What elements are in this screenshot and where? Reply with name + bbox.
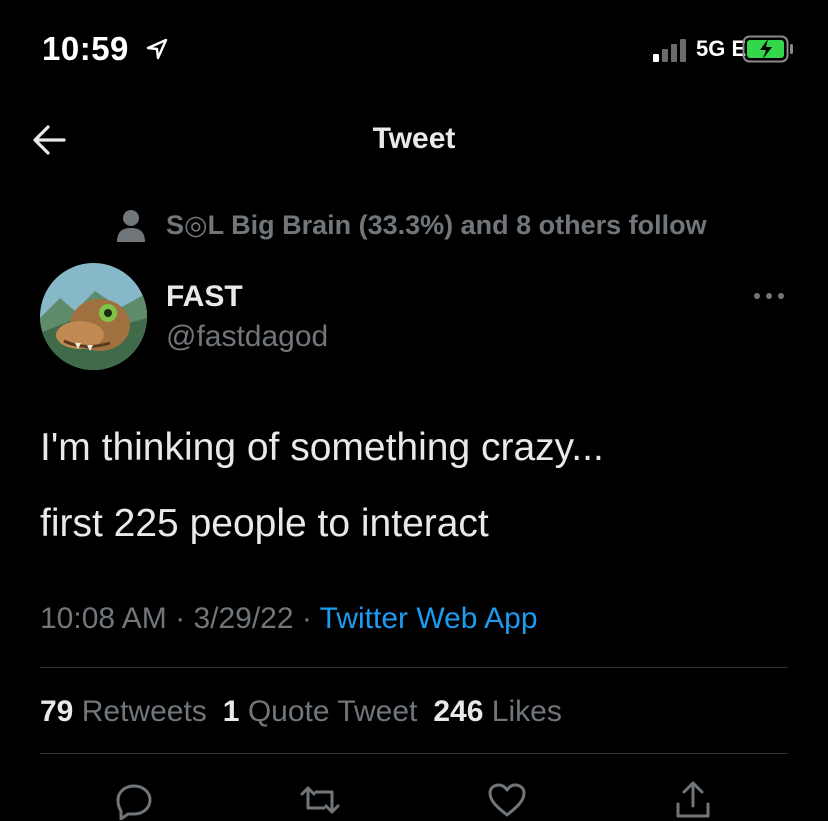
retweets-stat[interactable]: 79 Retweets xyxy=(40,695,207,728)
divider xyxy=(40,753,788,754)
likes-label: Likes xyxy=(491,695,562,728)
share-icon[interactable] xyxy=(673,780,713,820)
likes-stat[interactable]: 246 Likes xyxy=(433,695,561,728)
reply-icon[interactable] xyxy=(114,780,154,820)
retweets-count: 79 xyxy=(40,695,74,728)
quotes-stat[interactable]: 1 Quote Tweet xyxy=(223,695,418,728)
battery-charging-icon xyxy=(742,35,793,63)
like-icon[interactable] xyxy=(487,780,527,820)
author-handle[interactable]: @fastdagod xyxy=(166,320,328,354)
quotes-count: 1 xyxy=(222,695,240,728)
tweet-date: 3/29/22 xyxy=(193,602,294,635)
signal-bars-icon xyxy=(653,39,686,62)
retweet-icon[interactable] xyxy=(300,780,340,820)
status-time: 10:59 xyxy=(42,30,129,67)
meta-separator: · xyxy=(166,602,194,635)
tweet-meta: 10:08 AM · 3/29/22 · Twitter Web App xyxy=(40,602,538,636)
quotes-label: Quote Tweet xyxy=(247,695,418,728)
avatar-image xyxy=(40,263,147,370)
page-title: Tweet xyxy=(372,122,456,155)
meta-separator: · xyxy=(293,602,320,635)
tweet-text-line: I'm thinking of something crazy... xyxy=(40,426,604,469)
tweet-stats: 79 Retweets 1 Quote Tweet 246 Likes xyxy=(40,695,562,729)
person-icon xyxy=(117,210,145,242)
social-context-text[interactable]: S◎L Big Brain (33.3%) and 8 others follo… xyxy=(166,210,707,241)
more-dots-icon[interactable] xyxy=(752,290,786,302)
location-arrow-icon xyxy=(146,38,168,60)
network-type: 5G E xyxy=(696,36,747,61)
tweet-source-link[interactable]: Twitter Web App xyxy=(320,602,538,635)
author-name[interactable]: FAST xyxy=(166,280,243,314)
likes-count: 246 xyxy=(433,695,484,728)
divider xyxy=(40,667,788,668)
tweet-time: 10:08 AM xyxy=(40,602,167,635)
retweets-label: Retweets xyxy=(81,695,207,728)
avatar[interactable] xyxy=(40,263,147,370)
tweet-text-line: first 225 people to interact xyxy=(40,502,489,545)
